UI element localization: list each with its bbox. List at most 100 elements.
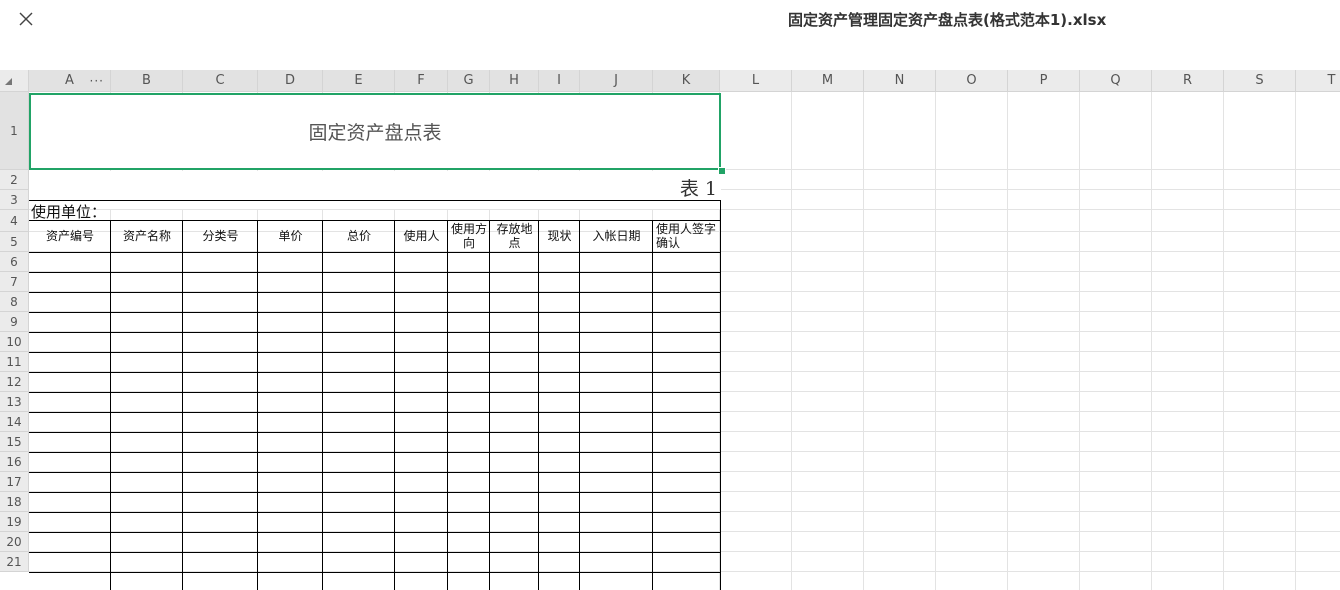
column-header-f[interactable]: F bbox=[395, 70, 448, 92]
column-header-e[interactable]: E bbox=[323, 70, 395, 92]
column-header-n[interactable]: N bbox=[864, 70, 936, 92]
row-header-20[interactable]: 20 bbox=[0, 532, 29, 552]
row-header-8[interactable]: 8 bbox=[0, 292, 29, 312]
column-header-q[interactable]: Q bbox=[1080, 70, 1152, 92]
column-letter: J bbox=[614, 73, 618, 88]
row-header-10[interactable]: 10 bbox=[0, 332, 29, 352]
row-header-3[interactable]: 3 bbox=[0, 190, 29, 210]
column-letter: K bbox=[681, 73, 691, 88]
table-border bbox=[29, 292, 721, 293]
row-header-5[interactable]: 5 bbox=[0, 232, 29, 252]
column-letter: D bbox=[284, 73, 295, 88]
merged-area bbox=[29, 171, 721, 209]
row-header-15[interactable]: 15 bbox=[0, 432, 29, 452]
column-letter: P bbox=[1039, 73, 1048, 88]
unit-label: 使用单位： bbox=[31, 203, 107, 221]
file-title: 固定资产管理固定资产盘点表(格式范本1).xlsx bbox=[788, 11, 1107, 29]
table-header-cell: 使用人签字确认 bbox=[656, 222, 717, 250]
column-header-m[interactable]: M bbox=[792, 70, 864, 92]
title-cell[interactable]: 固定资产盘点表 bbox=[29, 93, 721, 170]
table-border bbox=[29, 432, 721, 433]
row-header-2[interactable]: 2 bbox=[0, 170, 29, 190]
spreadsheet-grid[interactable]: A ··· B C D E F G H I J K L M N O P Q R S T 1 2 3 4 5 6 7 8 9 10 11 12 13… bbox=[0, 70, 1340, 590]
close-icon[interactable] bbox=[14, 9, 38, 31]
row-header-21[interactable]: 21 bbox=[0, 552, 29, 572]
column-header-b[interactable]: B bbox=[111, 70, 183, 92]
column-letter: T bbox=[1327, 73, 1336, 88]
row-header-16[interactable]: 16 bbox=[0, 452, 29, 472]
column-letter: E bbox=[354, 73, 363, 88]
table-header-cell: 使用方向 bbox=[450, 222, 487, 250]
table-border bbox=[394, 220, 395, 590]
column-header-c[interactable]: C bbox=[183, 70, 258, 92]
row-header-7[interactable]: 7 bbox=[0, 272, 29, 292]
column-letter: B bbox=[142, 73, 151, 88]
table-border bbox=[447, 220, 448, 590]
table-border bbox=[489, 220, 490, 590]
row-header-6[interactable]: 6 bbox=[0, 252, 29, 272]
column-header-k[interactable]: K bbox=[653, 70, 720, 92]
column-letter: O bbox=[966, 73, 977, 88]
table-border bbox=[29, 452, 721, 453]
column-header-t[interactable]: T bbox=[1296, 70, 1340, 92]
table-border bbox=[29, 312, 721, 313]
column-header-r[interactable]: R bbox=[1152, 70, 1224, 92]
row-header-14[interactable]: 14 bbox=[0, 412, 29, 432]
top-bar: 固定资产管理固定资产盘点表(格式范本1).xlsx bbox=[0, 0, 1340, 70]
fill-handle[interactable] bbox=[718, 167, 726, 175]
row-header-9[interactable]: 9 bbox=[0, 312, 29, 332]
row-header-11[interactable]: 11 bbox=[0, 352, 29, 372]
row-header-19[interactable]: 19 bbox=[0, 512, 29, 532]
gridline bbox=[935, 92, 936, 590]
more-icon[interactable]: ··· bbox=[90, 70, 104, 92]
table-border bbox=[29, 412, 721, 413]
column-letter: S bbox=[1255, 73, 1264, 88]
table-border bbox=[652, 220, 653, 590]
column-header-p[interactable]: P bbox=[1008, 70, 1080, 92]
table-border bbox=[29, 332, 721, 333]
table-border bbox=[29, 200, 721, 201]
column-header-j[interactable]: J bbox=[580, 70, 653, 92]
row-header-1[interactable]: 1 bbox=[0, 92, 29, 170]
table-border bbox=[29, 272, 721, 273]
table-border bbox=[29, 252, 721, 253]
column-letter: G bbox=[463, 73, 474, 88]
select-all-icon[interactable] bbox=[0, 70, 29, 92]
table-border bbox=[182, 220, 183, 590]
table-header-cell: 总价 bbox=[346, 229, 371, 243]
column-header-a[interactable]: A ··· bbox=[29, 70, 111, 92]
table-border bbox=[720, 200, 721, 590]
gridline bbox=[791, 92, 792, 590]
table-border bbox=[110, 220, 111, 590]
column-letter: N bbox=[894, 73, 905, 88]
column-header-o[interactable]: O bbox=[936, 70, 1008, 92]
column-header-g[interactable]: G bbox=[448, 70, 490, 92]
column-letter: Q bbox=[1110, 73, 1121, 88]
gridline bbox=[1079, 92, 1080, 590]
table-number: 表 1 bbox=[679, 178, 717, 200]
table-header-cell: 资产编号 bbox=[45, 229, 94, 243]
row-header-4[interactable]: 4 bbox=[0, 210, 29, 232]
row-header-13[interactable]: 13 bbox=[0, 392, 29, 412]
table-border bbox=[29, 512, 721, 513]
column-letter: F bbox=[417, 73, 425, 88]
column-letter: H bbox=[509, 73, 519, 88]
row-header-12[interactable]: 12 bbox=[0, 372, 29, 392]
table-border bbox=[322, 220, 323, 590]
column-letter: M bbox=[821, 73, 834, 88]
column-header-h[interactable]: H bbox=[490, 70, 539, 92]
column-header-s[interactable]: S bbox=[1224, 70, 1296, 92]
table-border bbox=[257, 220, 258, 590]
gridline bbox=[1295, 92, 1296, 590]
gridline bbox=[1151, 92, 1152, 590]
column-letter: A bbox=[65, 73, 74, 88]
table-header-cell: 使用人 bbox=[403, 229, 440, 243]
column-header-i[interactable]: I bbox=[539, 70, 580, 92]
table-border bbox=[29, 552, 721, 553]
column-header-d[interactable]: D bbox=[258, 70, 323, 92]
row-header-17[interactable]: 17 bbox=[0, 472, 29, 492]
row-header-18[interactable]: 18 bbox=[0, 492, 29, 512]
column-letter: L bbox=[751, 73, 760, 88]
column-header-l[interactable]: L bbox=[720, 70, 792, 92]
table-header-cell: 单价 bbox=[278, 229, 303, 243]
